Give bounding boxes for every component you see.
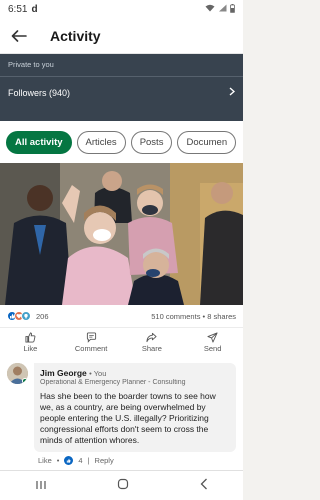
battery-icon xyxy=(230,3,235,15)
share-icon xyxy=(146,332,157,343)
like-reaction-icon xyxy=(64,456,74,465)
online-status-dot xyxy=(22,378,28,384)
comment-text: Has she been to the boarder towns to see… xyxy=(40,391,216,445)
private-label: Private to you xyxy=(8,60,54,69)
chip-all-activity[interactable]: All activity xyxy=(6,130,72,154)
back-nav-icon[interactable] xyxy=(200,478,208,493)
recent-apps-icon[interactable] xyxy=(35,479,47,493)
followers-label: Followers (940) xyxy=(8,87,71,98)
comment-icon xyxy=(86,332,96,343)
comment-section: Jim George • You Operational & Emergency… xyxy=(0,357,243,485)
comment-like-button[interactable]: Like xyxy=(38,456,52,465)
avatar[interactable] xyxy=(7,363,28,384)
private-section: Private to you Followers (940) xyxy=(0,54,243,121)
like-button[interactable]: Like xyxy=(5,332,55,353)
like-label: Like xyxy=(23,344,38,353)
status-bar: 6:51 d xyxy=(0,0,243,18)
post-actions: Like Comment Share Send xyxy=(0,327,243,357)
page-title: Activity xyxy=(50,27,101,44)
comment-bubble: Jim George • You Operational & Emergency… xyxy=(34,363,236,452)
back-arrow-icon[interactable] xyxy=(10,27,28,45)
send-icon xyxy=(207,332,218,343)
notification-icon: d xyxy=(31,3,38,15)
post-counts-row: 206 510 comments • 8 shares xyxy=(0,305,243,327)
followers-row[interactable]: Followers (940) xyxy=(8,77,236,108)
comment-button[interactable]: Comment xyxy=(66,332,116,353)
comments-shares-count[interactable]: 510 comments • 8 shares xyxy=(151,312,236,321)
chip-articles[interactable]: Articles xyxy=(76,130,126,154)
comment-like-count: 4 xyxy=(78,456,83,465)
chevron-right-icon xyxy=(229,86,236,99)
share-button[interactable]: Share xyxy=(127,332,177,353)
insightful-reaction-icon xyxy=(21,311,31,321)
clock: 6:51 xyxy=(8,3,28,15)
send-button[interactable]: Send xyxy=(188,332,238,353)
signal-icon xyxy=(218,4,227,14)
comment-reply-button[interactable]: Reply xyxy=(95,456,114,465)
chip-posts[interactable]: Posts xyxy=(130,130,173,154)
system-nav-bar xyxy=(0,470,243,500)
chip-documents[interactable]: Documen xyxy=(177,130,237,154)
reactions-summary[interactable]: 206 xyxy=(7,311,49,321)
reactions-count: 206 xyxy=(36,311,49,321)
send-label: Send xyxy=(203,344,222,353)
separator: | xyxy=(87,456,90,465)
thumbs-up-icon xyxy=(25,332,36,343)
filter-chips: All activity Articles Posts Documen xyxy=(0,121,243,163)
post-photo[interactable] xyxy=(0,163,243,305)
commenter-headline: Operational & Emergency Planner - Consul… xyxy=(40,379,186,386)
commenter-degree: • You xyxy=(89,369,107,378)
app-bar: Activity xyxy=(0,18,243,54)
separator: • xyxy=(56,456,60,465)
comment-label: Comment xyxy=(74,344,108,353)
commenter-name[interactable]: Jim George xyxy=(40,368,87,378)
comment-meta: Like • 4 | Reply xyxy=(34,456,236,465)
home-icon[interactable] xyxy=(117,478,129,493)
share-label: Share xyxy=(141,344,162,353)
wifi-icon xyxy=(205,4,215,14)
